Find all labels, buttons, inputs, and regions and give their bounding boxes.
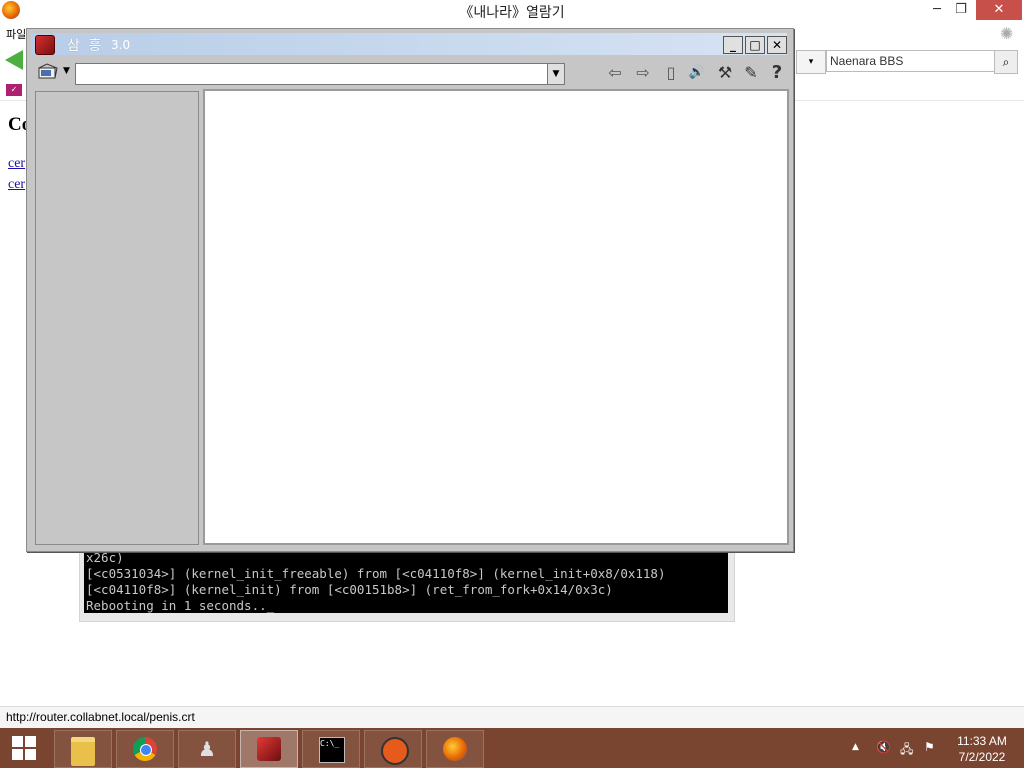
app-book-icon bbox=[35, 35, 55, 55]
firefox-icon bbox=[443, 737, 467, 761]
browser-menu-file[interactable]: 파일 bbox=[6, 26, 26, 42]
taskbar-samheung[interactable] bbox=[240, 730, 298, 768]
books-icon[interactable] bbox=[37, 62, 59, 82]
system-tray: ▲ 🔇 🖧 ⚑ 11:33 AM 7/2/2022 bbox=[850, 728, 1024, 768]
browser-close-button[interactable]: ✕ bbox=[976, 0, 1022, 20]
page-link[interactable]: cer bbox=[8, 156, 25, 172]
page-icon[interactable]: ▯ bbox=[659, 62, 683, 84]
search-bar: ▾ Naenara BBS ⌕ bbox=[796, 50, 1018, 74]
console-line: [<c0531034>] (kernel_init_freeable) from… bbox=[86, 566, 666, 581]
console-line: Rebooting in 1 seconds.._ bbox=[86, 598, 275, 613]
windows-logo-icon bbox=[12, 736, 23, 747]
taskbar-qemu[interactable] bbox=[364, 730, 422, 768]
help-icon[interactable]: ? bbox=[765, 62, 789, 84]
show-hidden-icons-icon[interactable]: ▲ bbox=[852, 742, 859, 752]
samheung-book-icon bbox=[257, 737, 281, 761]
status-url: http://router.collabnet.local/penis.crt bbox=[6, 710, 195, 724]
console-output: x26c) [<c0531034>] (kernel_init_freeable)… bbox=[84, 550, 728, 613]
window-title-bar[interactable]: 삼 흥 3.0 _ □ ✕ bbox=[31, 33, 787, 55]
magnifier-icon: ⌕ bbox=[1002, 55, 1010, 69]
search-engine-selector[interactable]: ▾ bbox=[796, 50, 826, 74]
chess-piece-icon: ♟ bbox=[198, 737, 216, 761]
speaker-icon[interactable]: 🔊 bbox=[685, 62, 709, 84]
taskbar-file-explorer[interactable] bbox=[54, 730, 112, 768]
window-toolbar: ▼ ▼ ⇦ ⇨ ▯ 🔊 ⚒ ✎ ? bbox=[31, 59, 787, 87]
chrome-icon bbox=[133, 737, 157, 761]
search-button[interactable]: ⌕ bbox=[994, 50, 1018, 74]
volume-muted-icon[interactable]: 🔇 bbox=[876, 740, 891, 754]
location-combo[interactable] bbox=[75, 63, 562, 85]
console-line: x26c) bbox=[86, 550, 124, 565]
search-input[interactable]: Naenara BBS bbox=[826, 50, 998, 72]
action-center-flag-icon[interactable]: ⚑ bbox=[924, 740, 935, 754]
back-arrow-icon[interactable]: ⇦ bbox=[603, 62, 627, 84]
notepad-icon[interactable]: ✎ bbox=[739, 62, 763, 84]
folder-icon bbox=[71, 737, 95, 766]
console-line: [<c04110f8>] (kernel_init) from [<c00151… bbox=[86, 582, 613, 597]
status-bar: http://router.collabnet.local/penis.crt bbox=[0, 706, 1024, 729]
taskbar-firefox[interactable] bbox=[426, 730, 484, 768]
browser-title-bar: 《내나라》열람기 ─ ❐ ✕ bbox=[0, 0, 1024, 22]
window-version: 3.0 bbox=[111, 38, 131, 52]
window-close-button[interactable]: ✕ bbox=[767, 36, 787, 54]
tools-icon[interactable]: ⚒ bbox=[713, 62, 737, 84]
taskbar-command-prompt[interactable]: C:\_ bbox=[302, 730, 360, 768]
qemu-icon bbox=[381, 737, 409, 765]
window-minimize-button[interactable]: _ bbox=[723, 36, 743, 54]
clock-date: 7/2/2022 bbox=[958, 750, 1006, 764]
clock-time: 11:33 AM bbox=[957, 734, 1007, 748]
browser-title: 《내나라》열람기 bbox=[459, 5, 565, 21]
browser-back-icon[interactable] bbox=[5, 50, 23, 70]
navigation-pane[interactable] bbox=[35, 91, 199, 545]
samheung-window: 삼 흥 3.0 _ □ ✕ ▼ ▼ ⇦ ⇨ ▯ 🔊 ⚒ ✎ ? bbox=[26, 28, 794, 552]
command-prompt-icon: C:\_ bbox=[319, 737, 345, 763]
window-maximize-button[interactable]: □ bbox=[745, 36, 765, 54]
bookmark-icon[interactable]: ✓ bbox=[6, 84, 22, 96]
page-link[interactable]: cer bbox=[8, 177, 25, 193]
books-dropdown-icon[interactable]: ▼ bbox=[63, 66, 70, 76]
forward-arrow-icon[interactable]: ⇨ bbox=[631, 62, 655, 84]
content-pane[interactable] bbox=[203, 89, 789, 545]
combo-dropdown-button[interactable]: ▼ bbox=[547, 63, 565, 85]
start-button[interactable] bbox=[0, 728, 52, 768]
loading-spinner-icon: ✺ bbox=[1000, 24, 1014, 43]
taskbar-chess[interactable]: ♟ bbox=[178, 730, 236, 768]
network-icon[interactable]: 🖧 bbox=[900, 740, 913, 761]
chevron-down-icon: ▾ bbox=[808, 57, 814, 67]
taskbar: ♟ C:\_ ▲ 🔇 🖧 ⚑ 11:33 AM 7/2/2022 bbox=[0, 728, 1024, 768]
window-title: 삼 흥 bbox=[67, 38, 104, 54]
clock[interactable]: 11:33 AM 7/2/2022 bbox=[950, 733, 1014, 765]
taskbar-chrome[interactable] bbox=[116, 730, 174, 768]
browser-restore-button[interactable]: ❐ bbox=[946, 0, 976, 20]
